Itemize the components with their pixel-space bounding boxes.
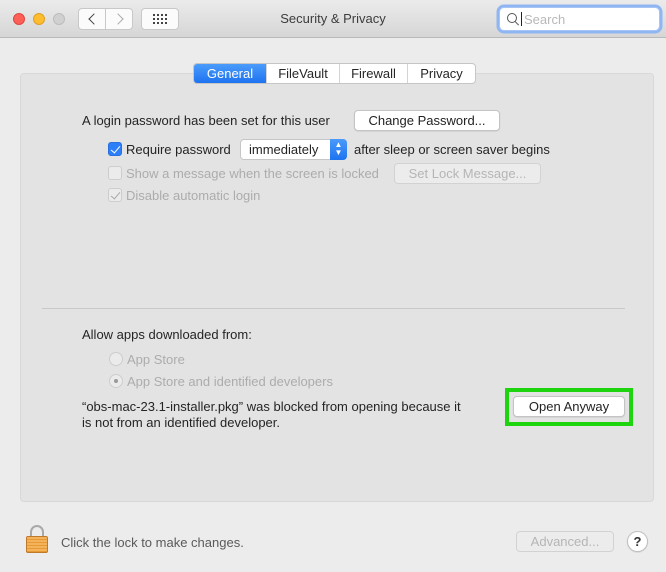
- lock-hint-text: Click the lock to make changes.: [61, 535, 244, 550]
- tab-privacy[interactable]: Privacy: [407, 64, 475, 83]
- search-field[interactable]: [499, 7, 660, 31]
- radio-app-store[interactable]: [109, 352, 123, 366]
- after-sleep-text: after sleep or screen saver begins: [354, 142, 550, 157]
- search-icon: [506, 12, 520, 26]
- tab-general[interactable]: General: [194, 64, 266, 83]
- advanced-button[interactable]: Advanced...: [516, 531, 614, 552]
- chevron-updown-icon: ▲ ▼: [330, 139, 347, 160]
- show-message-checkbox[interactable]: [108, 166, 122, 180]
- open-anyway-button[interactable]: Open Anyway: [513, 396, 625, 417]
- require-password-label: Require password: [126, 142, 231, 157]
- tab-bar: General FileVault Firewall Privacy: [193, 63, 476, 84]
- general-panel: [20, 73, 654, 502]
- set-lock-message-button[interactable]: Set Lock Message...: [394, 163, 541, 184]
- help-button[interactable]: ?: [627, 531, 648, 552]
- require-password-delay-select[interactable]: immediately ▲ ▼: [240, 139, 347, 160]
- section-divider: [42, 308, 625, 309]
- radio-app-store-label: App Store: [127, 352, 185, 367]
- lock-icon[interactable]: [26, 525, 48, 553]
- disable-auto-login-label: Disable automatic login: [126, 188, 261, 203]
- login-password-text: A login password has been set for this u…: [82, 113, 330, 128]
- change-password-button[interactable]: Change Password...: [354, 110, 500, 131]
- select-value: immediately: [249, 142, 319, 157]
- blocked-message-line1: “obs-mac-23.1-installer.pkg” was blocked…: [82, 399, 461, 414]
- radio-app-store-identified[interactable]: [109, 374, 123, 388]
- blocked-message-line2: is not from an identified developer.: [82, 415, 281, 430]
- tab-firewall[interactable]: Firewall: [339, 64, 407, 83]
- title-bar: Security & Privacy: [0, 0, 666, 38]
- disable-auto-login-checkbox[interactable]: [108, 188, 122, 202]
- text-caret: [521, 12, 522, 26]
- require-password-checkbox[interactable]: [108, 142, 122, 156]
- tab-filevault[interactable]: FileVault: [266, 64, 339, 83]
- allow-apps-heading: Allow apps downloaded from:: [82, 327, 252, 342]
- show-message-label: Show a message when the screen is locked: [126, 166, 379, 181]
- search-input[interactable]: [524, 11, 654, 27]
- radio-app-store-identified-label: App Store and identified developers: [127, 374, 333, 389]
